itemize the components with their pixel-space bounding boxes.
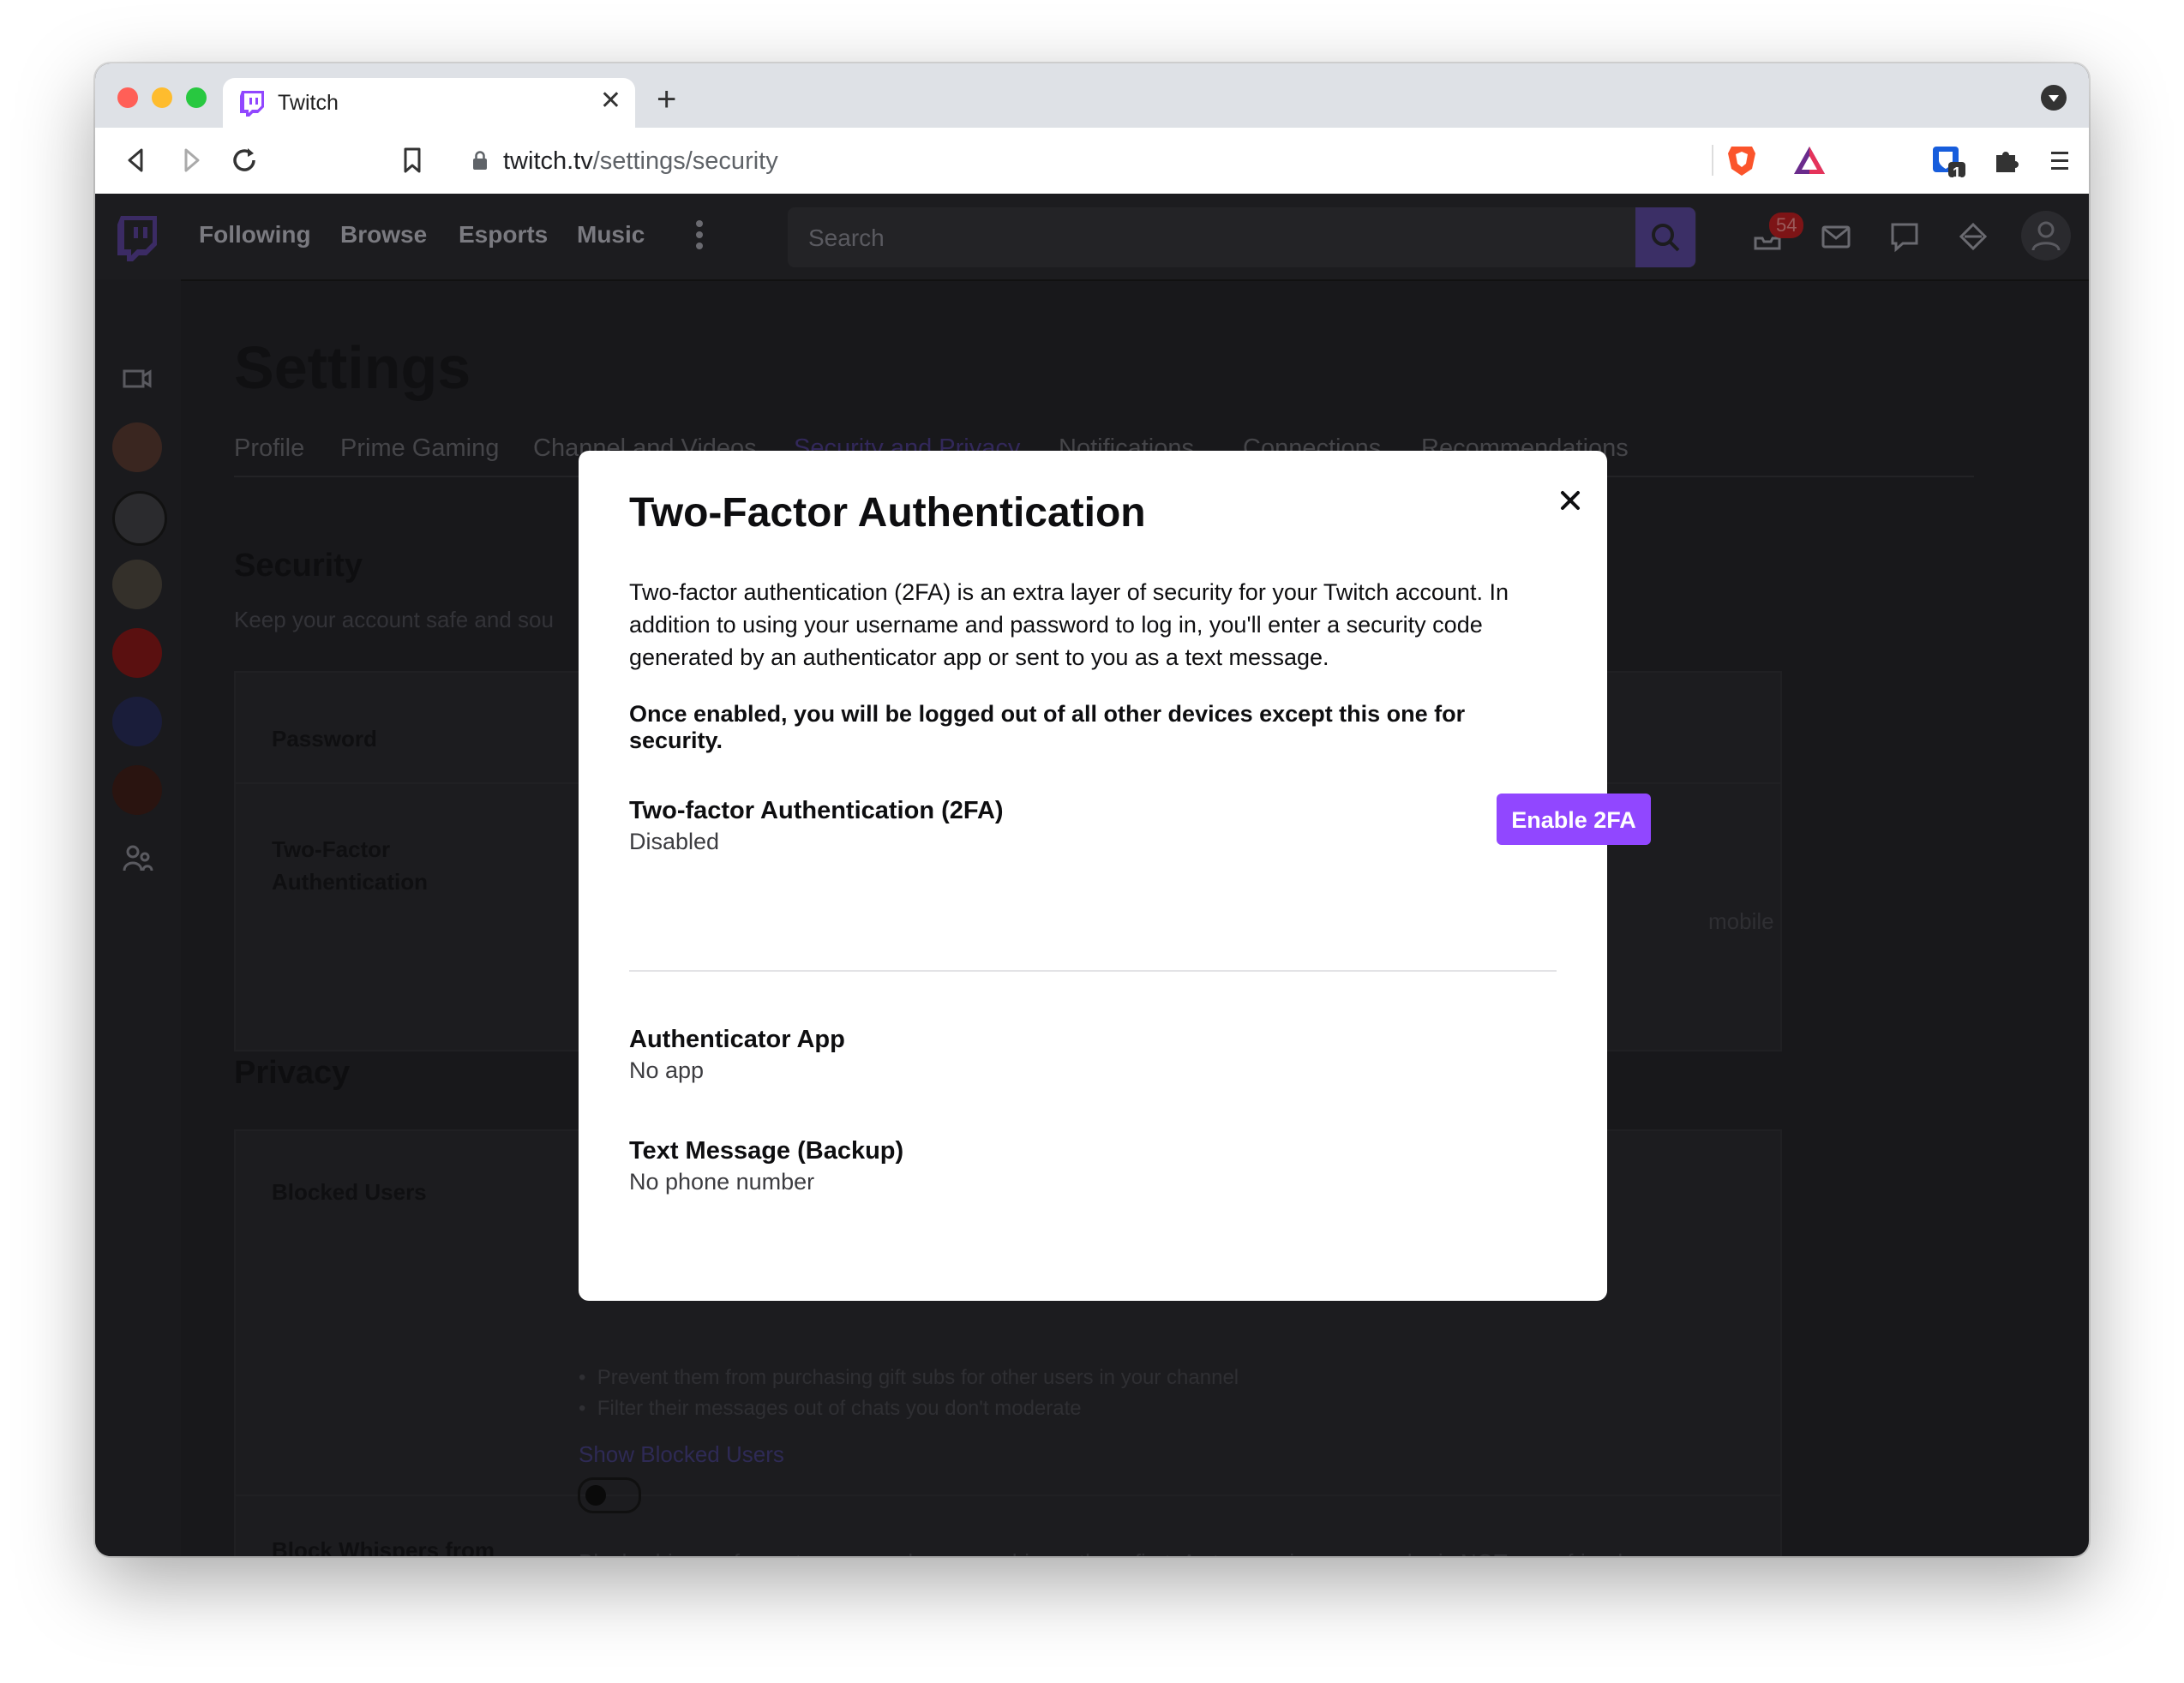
modal-title: Two-Factor Authentication bbox=[629, 490, 1146, 536]
back-icon[interactable] bbox=[119, 143, 153, 177]
twitch-favicon-icon bbox=[240, 91, 264, 117]
blocked-users-label: Blocked Users bbox=[272, 1179, 427, 1205]
extension-badge: 1 bbox=[1953, 165, 1962, 182]
browser-tab[interactable]: Twitch ✕ bbox=[223, 78, 635, 128]
more-vertical-icon[interactable] bbox=[695, 219, 704, 250]
privacy-heading: Privacy bbox=[234, 1055, 351, 1091]
enable-2fa-button[interactable]: Enable 2FA bbox=[1497, 794, 1651, 845]
nav-following[interactable]: Following bbox=[199, 221, 311, 249]
notification-badge: 54 bbox=[1769, 213, 1804, 238]
address-bar[interactable]: twitch.tv/settings/security bbox=[448, 136, 1825, 184]
nav-browse[interactable]: Browse bbox=[340, 221, 427, 249]
channel-avatar[interactable] bbox=[112, 628, 162, 678]
tab-prime-gaming[interactable]: Prime Gaming bbox=[340, 434, 499, 463]
authenticator-app-status: No app bbox=[629, 1057, 705, 1083]
blocked-bullet-2: • Filter their messages out of chats you… bbox=[579, 1397, 1082, 1420]
new-tab-button[interactable]: + bbox=[657, 82, 676, 117]
crown-prime-icon[interactable] bbox=[1956, 219, 1990, 254]
twofa-status-value: Disabled bbox=[629, 829, 720, 854]
search-placeholder: Search bbox=[808, 225, 885, 251]
tab-title: Twitch bbox=[278, 91, 339, 115]
channel-avatar[interactable] bbox=[112, 422, 162, 472]
modal-divider bbox=[629, 970, 1557, 972]
close-icon[interactable] bbox=[1553, 483, 1587, 518]
text-message-status: No phone number bbox=[629, 1169, 815, 1195]
close-window-button[interactable] bbox=[117, 87, 138, 108]
channel-avatar[interactable] bbox=[112, 765, 162, 815]
brave-rewards-icon[interactable] bbox=[1792, 144, 1827, 177]
channel-avatar[interactable] bbox=[112, 560, 162, 609]
two-factor-modal: Two-Factor Authentication Two-factor aut… bbox=[579, 451, 1651, 1301]
tab-strip: Twitch ✕ + bbox=[95, 63, 2089, 128]
password-label: Password bbox=[272, 726, 377, 752]
security-heading: Security bbox=[234, 548, 363, 584]
browser-menu-icon[interactable] bbox=[2043, 143, 2077, 177]
tab-profile[interactable]: Profile bbox=[234, 434, 304, 463]
block-whispers-description: Block whispers from strangers unless you… bbox=[579, 1549, 1629, 1556]
url-text: twitch.tv/settings/security bbox=[503, 147, 778, 175]
two-factor-label: Two-Factor Authentication bbox=[272, 836, 428, 895]
blocked-bullet-1: • Prevent them from purchasing gift subs… bbox=[579, 1366, 1239, 1389]
bookmark-icon[interactable] bbox=[395, 143, 429, 177]
brave-shields-icon[interactable] bbox=[1725, 143, 1758, 177]
maximize-window-button[interactable] bbox=[186, 87, 207, 108]
modal-description: Two-factor authentication (2FA) is an ex… bbox=[629, 579, 1509, 670]
tab-search-icon[interactable] bbox=[2041, 85, 2067, 111]
twitch-search-input[interactable]: Search bbox=[788, 207, 1696, 267]
channel-avatar[interactable] bbox=[112, 697, 162, 746]
extensions-puzzle-icon[interactable] bbox=[1989, 143, 2024, 177]
block-whispers-toggle[interactable] bbox=[578, 1477, 641, 1513]
followed-channels-rail bbox=[95, 279, 181, 1556]
authenticator-app-title: Authenticator App bbox=[629, 1026, 845, 1053]
recommended-friends-icon[interactable] bbox=[123, 843, 153, 874]
channel-avatar[interactable] bbox=[112, 491, 167, 546]
mobile-text: mobile bbox=[1708, 908, 1774, 934]
tab-close-icon[interactable]: ✕ bbox=[600, 88, 621, 114]
video-camera-icon[interactable] bbox=[123, 367, 152, 391]
twitch-top-nav: Following Browse Esports Music Search 54 bbox=[95, 194, 2089, 281]
text-message-title: Text Message (Backup) bbox=[629, 1137, 904, 1165]
browser-window: Twitch ✕ + twitch.tv/settings/security 1… bbox=[95, 63, 2089, 1556]
forward-icon[interactable] bbox=[174, 143, 208, 177]
nav-music[interactable]: Music bbox=[577, 221, 645, 249]
user-icon bbox=[2031, 221, 2061, 251]
url-divider bbox=[1712, 145, 1713, 176]
security-subtitle: Keep your account safe and sou bbox=[234, 607, 554, 632]
whispers-mail-icon[interactable] bbox=[1819, 219, 1853, 254]
reload-icon[interactable] bbox=[227, 143, 261, 177]
minimize-window-button[interactable] bbox=[152, 87, 172, 108]
lock-icon bbox=[473, 151, 487, 170]
card-divider bbox=[236, 1494, 1780, 1496]
nav-esports[interactable]: Esports bbox=[459, 221, 548, 249]
modal-warning: Once enabled, you will be logged out of … bbox=[629, 701, 1466, 753]
twitch-search-button[interactable] bbox=[1635, 207, 1695, 267]
block-whispers-label: Block Whispers from Strangers bbox=[272, 1537, 495, 1556]
user-avatar[interactable] bbox=[2021, 211, 2071, 261]
search-icon bbox=[1652, 224, 1680, 252]
chat-bubble-icon[interactable] bbox=[1887, 219, 1922, 254]
show-blocked-users-link[interactable]: Show Blocked Users bbox=[579, 1441, 784, 1468]
browser-toolbar: twitch.tv/settings/security 1 bbox=[95, 128, 2089, 195]
twitch-logo-icon[interactable] bbox=[116, 214, 159, 262]
page-title: Settings bbox=[234, 334, 471, 401]
twofa-status-title: Two-factor Authentication (2FA) bbox=[629, 797, 1004, 824]
